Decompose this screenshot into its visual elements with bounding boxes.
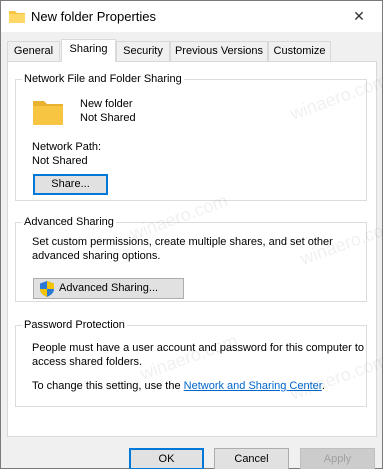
tab-general[interactable]: General bbox=[7, 41, 60, 61]
network-sharing-center-link[interactable]: Network and Sharing Center bbox=[184, 380, 322, 392]
change-setting-text: To change this setting, use the Network … bbox=[32, 379, 325, 393]
tab-security[interactable]: Security bbox=[116, 41, 170, 61]
tab-previous-versions[interactable]: Previous Versions bbox=[170, 41, 268, 61]
network-sharing-group: Network File and Folder Sharing New fold… bbox=[15, 72, 367, 201]
window-title: New folder Properties bbox=[31, 9, 156, 24]
network-sharing-title: Network File and Folder Sharing bbox=[22, 72, 184, 86]
close-icon: ✕ bbox=[353, 8, 365, 24]
password-protection-group: Password Protection People must have a u… bbox=[15, 318, 367, 407]
advanced-sharing-description-1: Set custom permissions, create multiple … bbox=[32, 236, 333, 248]
tab-customize[interactable]: Customize bbox=[268, 41, 331, 61]
tab-strip: General Sharing Security Previous Versio… bbox=[7, 39, 378, 62]
password-protection-line-1: People must have a user account and pass… bbox=[32, 342, 365, 354]
sharing-tab-panel: Network File and Folder Sharing New fold… bbox=[7, 61, 383, 437]
folder-share-status: Not Shared bbox=[80, 112, 136, 124]
change-setting-suffix: . bbox=[321, 380, 325, 392]
ok-button[interactable]: OK bbox=[129, 448, 204, 469]
password-protection-line-2: access shared folders. bbox=[32, 356, 143, 368]
uac-shield-icon bbox=[40, 281, 54, 297]
folder-icon bbox=[33, 101, 63, 125]
advanced-sharing-group: Advanced Sharing Set custom permissions,… bbox=[15, 215, 367, 302]
change-setting-prefix: To change this setting, use the bbox=[32, 380, 184, 392]
folder-name: New folder bbox=[80, 98, 133, 110]
properties-dialog: New folder Properties ✕ General Sharing … bbox=[0, 0, 383, 469]
password-protection-title: Password Protection bbox=[22, 318, 127, 332]
apply-button[interactable]: Apply bbox=[300, 448, 375, 469]
advanced-sharing-button-label: Advanced Sharing... bbox=[59, 282, 159, 294]
cancel-button[interactable]: Cancel bbox=[214, 448, 289, 469]
network-path-label: Network Path: bbox=[32, 141, 102, 153]
share-button[interactable]: Share... bbox=[33, 174, 108, 195]
advanced-sharing-description-2: advanced sharing options. bbox=[32, 250, 161, 262]
title-bar[interactable]: New folder Properties ✕ bbox=[1, 1, 382, 32]
network-path-value: Not Shared bbox=[32, 155, 88, 167]
close-button[interactable]: ✕ bbox=[336, 1, 382, 32]
tab-sharing[interactable]: Sharing bbox=[61, 39, 116, 62]
advanced-sharing-button[interactable]: Advanced Sharing... bbox=[33, 278, 184, 299]
folder-icon bbox=[9, 11, 25, 23]
advanced-sharing-title: Advanced Sharing bbox=[22, 215, 116, 229]
